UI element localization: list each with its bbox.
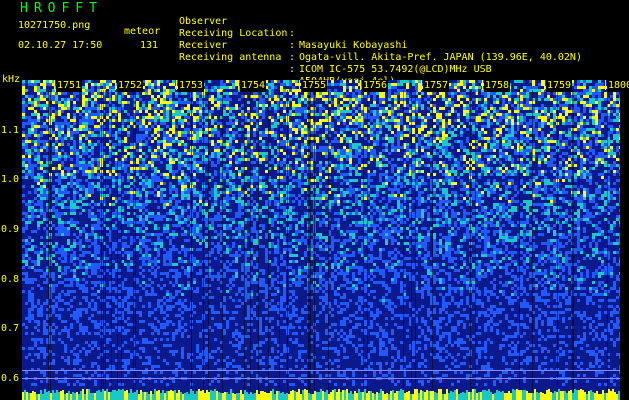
info-value: Masayuki Kobayashi	[299, 40, 408, 51]
time-tick-label: 1752	[117, 80, 144, 92]
time-tick-label: 1751	[56, 80, 83, 92]
datetime-label: 02.10.27 17:50	[18, 40, 103, 51]
time-tick-label: 1800	[607, 80, 629, 92]
y-tick-label: 1.0	[0, 174, 19, 185]
spectrogram-noise	[22, 80, 620, 400]
time-tick-mark	[360, 80, 361, 90]
time-tick-label: 1759	[546, 80, 573, 92]
y-tick-label: 1.1	[0, 125, 19, 136]
app-name: HROFFT	[20, 1, 103, 16]
time-tick-mark	[421, 80, 422, 90]
time-tick-mark	[482, 80, 483, 90]
y-tick-label: 0.8	[0, 274, 19, 285]
y-tick-label: 0.7	[0, 323, 19, 334]
meteor-label: meteor	[124, 26, 161, 37]
y-tick-label: 0.9	[0, 224, 19, 235]
time-tick-label: 1758	[484, 80, 511, 92]
hrofft-window: HROFFT 10271750.png 02.10.27 17:50 meteo…	[0, 0, 629, 400]
time-tick-label: 1754	[240, 80, 267, 92]
time-tick-mark	[238, 80, 239, 90]
filename-label: 10271750.png	[18, 20, 91, 31]
spectrogram	[22, 80, 620, 400]
y-tick-label: 0.6	[0, 373, 19, 384]
time-tick-label: 1756	[362, 80, 389, 92]
info-value: Ogata-vill. Akita-Pref. JAPAN (139.96E, …	[299, 52, 582, 63]
time-tick-mark	[176, 80, 177, 90]
info-label: Receiving antenna	[179, 52, 282, 63]
info-colon: :	[289, 52, 296, 63]
time-tick-mark	[299, 80, 300, 90]
info-colon: :	[289, 40, 296, 51]
time-tick-mark	[544, 80, 545, 90]
info-value: ICOM IC-575 53.7492(@LCD)MHz USB	[299, 64, 492, 75]
time-tick-label: 1753	[178, 80, 205, 92]
time-tick-mark	[54, 80, 55, 90]
meteor-count: 131	[140, 40, 159, 51]
time-tick-mark	[605, 80, 606, 90]
time-tick-label: 1755	[301, 80, 328, 92]
info-colon: :	[289, 28, 296, 39]
time-tick-label: 1757	[423, 80, 450, 92]
y-axis-unit: kHz	[2, 74, 21, 85]
info-colon: :	[289, 64, 296, 75]
time-tick-mark	[115, 80, 116, 90]
